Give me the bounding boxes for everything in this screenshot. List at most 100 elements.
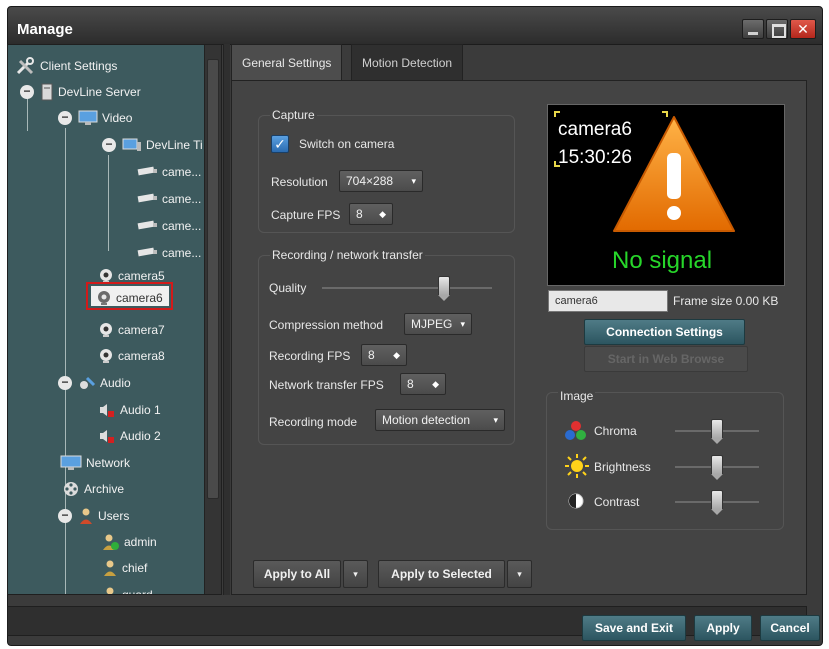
- camera-name-field[interactable]: camera6: [548, 290, 668, 312]
- quality-slider-track[interactable]: [322, 287, 492, 289]
- collapse-icon[interactable]: −: [20, 85, 34, 99]
- tree-scrollbar-thumb[interactable]: [207, 59, 219, 499]
- switch-on-camera-label: Switch on camera: [299, 137, 395, 151]
- collapse-icon[interactable]: −: [58, 376, 72, 390]
- webcam-icon: [100, 323, 112, 337]
- switch-on-camera-checkbox[interactable]: ✓: [271, 135, 289, 153]
- spin-arrows-icon: ◆: [432, 379, 439, 389]
- tree-item-video[interactable]: − Video: [58, 107, 132, 129]
- apply-to-selected-dropdown[interactable]: ▾: [507, 560, 532, 588]
- preview-corner-mark: [554, 111, 560, 117]
- capture-fps-label: Capture FPS: [271, 208, 341, 222]
- no-signal-text: No signal: [612, 247, 713, 274]
- tree-item-label: camera5: [118, 269, 165, 283]
- tree-item-chief[interactable]: chief: [102, 557, 147, 579]
- tab-general-settings[interactable]: General Settings: [231, 44, 343, 80]
- tree-item-camera8[interactable]: camera8: [98, 345, 165, 367]
- preview-camera-name: camera6: [558, 119, 632, 140]
- chroma-slider-thumb[interactable]: [711, 419, 723, 444]
- compression-method-select[interactable]: MJPEG ▾: [404, 313, 472, 335]
- image-group-title: Image: [558, 389, 596, 403]
- recording-group-title: Recording / network transfer: [270, 248, 425, 262]
- recording-fps-value: 8: [368, 348, 375, 362]
- network-transfer-fps-value: 8: [407, 377, 414, 391]
- maximize-button[interactable]: [766, 19, 788, 39]
- tree-item-audio[interactable]: − Audio: [58, 372, 131, 394]
- collapse-icon[interactable]: −: [58, 509, 72, 523]
- network-transfer-fps-spinner[interactable]: 8 ◆: [400, 373, 446, 395]
- tree-item-label: camera8: [118, 349, 165, 363]
- settings-tree: Client Settings − DevLine Server − Video…: [7, 44, 222, 595]
- tree-item-users[interactable]: − Users: [58, 505, 129, 527]
- minimize-button[interactable]: [742, 19, 764, 39]
- speaker-icon: [100, 430, 114, 443]
- tree-item-label: came...: [162, 246, 202, 260]
- tree-item-label: Client Settings: [40, 59, 118, 73]
- tree-item-label: chief: [122, 561, 148, 575]
- cancel-button[interactable]: Cancel: [760, 615, 820, 641]
- chevron-down-icon: ▾: [517, 569, 522, 579]
- contrast-label: Contrast: [594, 495, 640, 509]
- panel-splitter[interactable]: [223, 44, 230, 595]
- tree-item-archive[interactable]: Archive: [62, 478, 124, 500]
- tree-item-label: came...: [162, 165, 202, 179]
- quality-slider-thumb[interactable]: [438, 276, 451, 301]
- save-and-exit-button[interactable]: Save and Exit: [582, 615, 686, 641]
- contrast-slider-thumb[interactable]: [711, 490, 723, 515]
- tree-item-camera7[interactable]: camera7: [98, 319, 165, 341]
- tree-item-guard[interactable]: guard: [102, 584, 153, 594]
- tools-icon: [16, 57, 34, 75]
- close-icon: ✕: [797, 21, 809, 37]
- tree-item-audio-1[interactable]: Audio 1: [98, 399, 161, 421]
- chevron-down-icon: ▾: [353, 569, 358, 579]
- collapse-icon[interactable]: −: [102, 138, 116, 152]
- tab-motion-detection[interactable]: Motion Detection: [351, 44, 464, 80]
- capture-fps-value: 8: [356, 207, 363, 221]
- tree-item-camera[interactable]: came...: [136, 242, 201, 264]
- window-title: Manage: [17, 21, 73, 38]
- frame-size-text: Frame size 0.00 KB: [673, 294, 779, 308]
- server-icon: [41, 83, 53, 101]
- capture-fps-spinner[interactable]: 8 ◆: [349, 203, 393, 225]
- apply-to-selected-button[interactable]: Apply to Selected: [378, 560, 505, 588]
- preview-timestamp: 15:30:26: [558, 147, 632, 168]
- tree-item-client-settings[interactable]: Client Settings: [16, 55, 117, 77]
- tree-item-camera[interactable]: came...: [136, 215, 201, 237]
- resolution-select[interactable]: 704×288 ▾: [339, 170, 423, 192]
- tree-item-audio-2[interactable]: Audio 2: [98, 425, 161, 447]
- recording-mode-select[interactable]: Motion detection ▾: [375, 409, 505, 431]
- camera-icon: [137, 166, 157, 176]
- close-button[interactable]: ✕: [790, 19, 816, 39]
- apply-button[interactable]: Apply: [694, 615, 752, 641]
- apply-to-all-button[interactable]: Apply to All: [253, 560, 341, 588]
- recording-fps-label: Recording FPS: [269, 349, 351, 363]
- film-reel-icon: [64, 482, 78, 496]
- recording-mode-value: Motion detection: [382, 413, 471, 427]
- webcam-icon: [100, 349, 112, 363]
- apply-to-all-dropdown[interactable]: ▾: [343, 560, 368, 588]
- tree-item-label: camera6: [116, 291, 163, 305]
- tree-item-network[interactable]: Network: [60, 452, 130, 474]
- brightness-slider-thumb[interactable]: [711, 455, 723, 480]
- bottom-bar: [7, 606, 807, 636]
- tree-item-camera[interactable]: came...: [136, 161, 201, 183]
- users-icon: [80, 508, 92, 524]
- tree-item-camera[interactable]: came...: [136, 188, 201, 210]
- brightness-label: Brightness: [594, 460, 651, 474]
- tree-scrollbar[interactable]: [204, 45, 221, 594]
- chevron-down-icon: ▾: [411, 176, 416, 186]
- tree-item-camera6[interactable]: camera6: [96, 287, 163, 309]
- user-icon: [106, 587, 114, 594]
- connection-settings-button[interactable]: Connection Settings: [584, 319, 745, 345]
- tree-item-label: Audio: [100, 376, 131, 390]
- tree-item-admin[interactable]: admin: [102, 531, 157, 553]
- recording-fps-spinner[interactable]: 8 ◆: [361, 344, 407, 366]
- tree-item-devline-server[interactable]: − DevLine Server: [20, 81, 141, 103]
- tree-item-devline-ti[interactable]: − DevLine Ti: [102, 134, 203, 156]
- chroma-label: Chroma: [594, 424, 637, 438]
- tree-item-label: Audio 1: [120, 403, 161, 417]
- start-in-web-browse-button[interactable]: Start in Web Browse: [584, 346, 748, 372]
- collapse-icon[interactable]: −: [58, 111, 72, 125]
- tree-item-label: Audio 2: [120, 429, 161, 443]
- title-bar[interactable]: Manage ✕: [8, 7, 822, 45]
